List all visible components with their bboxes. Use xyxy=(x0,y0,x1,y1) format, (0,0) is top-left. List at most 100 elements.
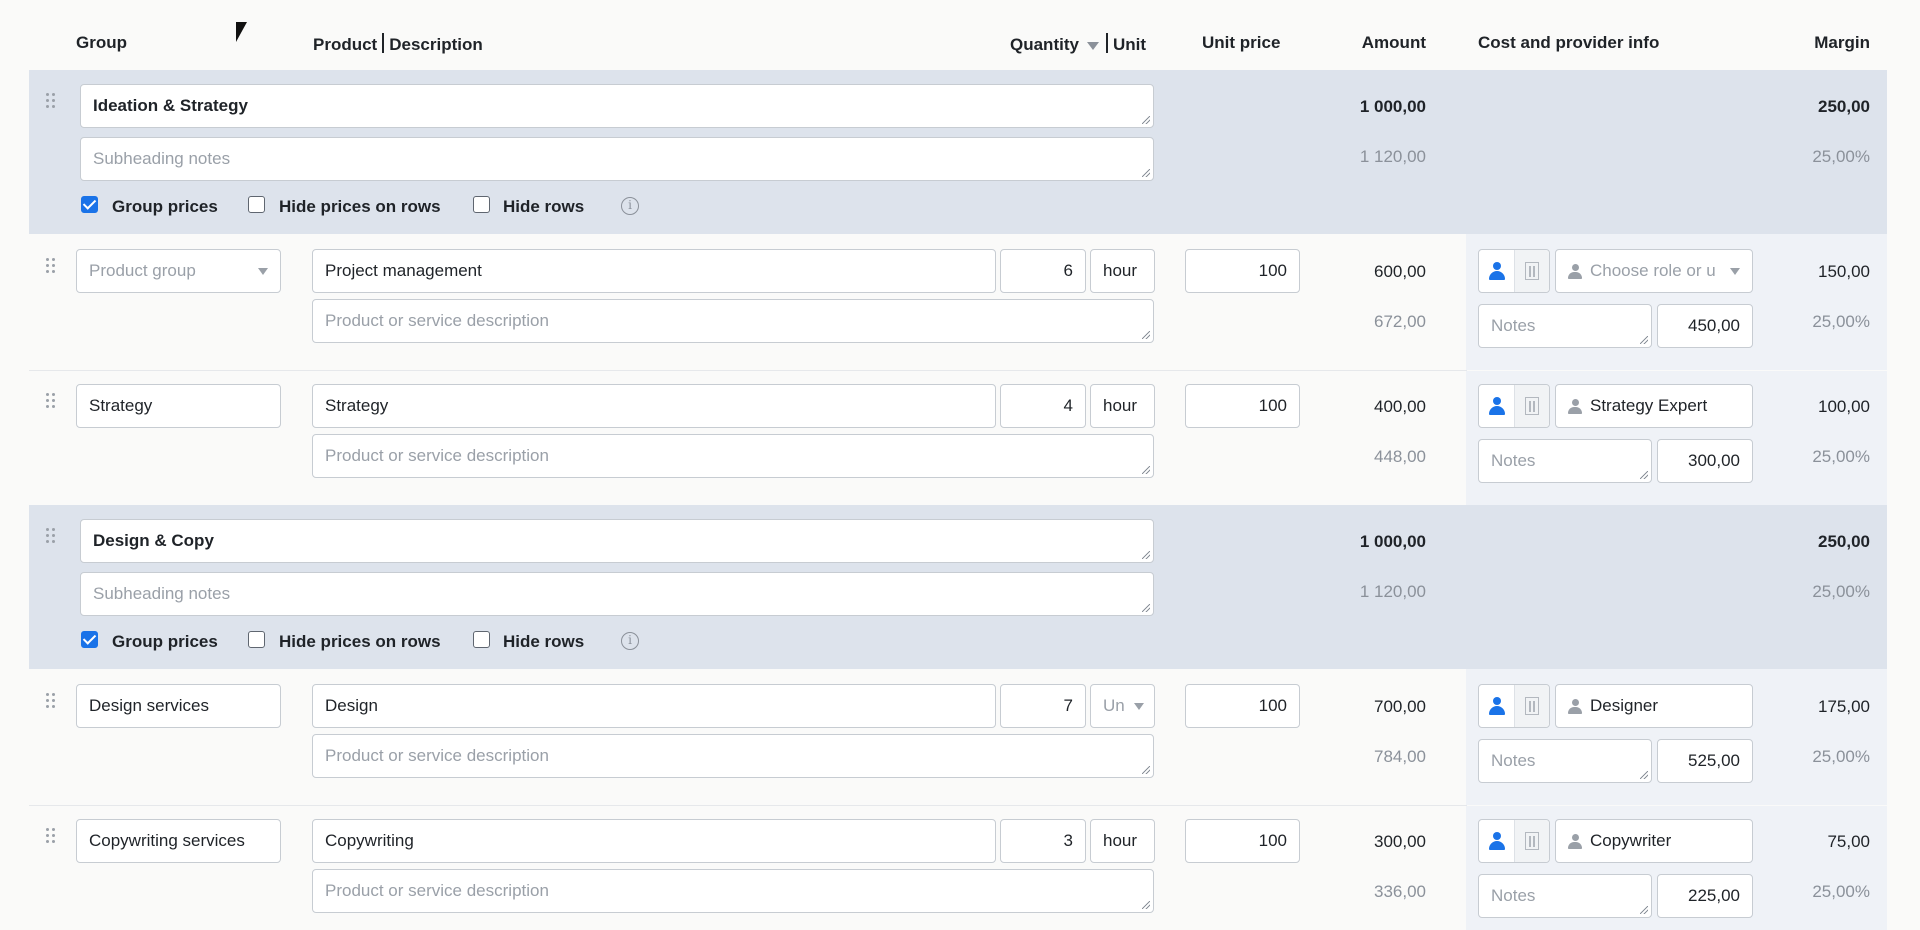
person-type-button[interactable] xyxy=(1479,820,1515,862)
drag-handle-icon[interactable] xyxy=(46,693,60,711)
product-input[interactable]: Strategy xyxy=(312,384,996,428)
group-prices-checkbox[interactable] xyxy=(81,631,98,648)
row-amount-with-tax: 448,00 xyxy=(1374,447,1426,466)
group-title-input[interactable]: Ideation & Strategy xyxy=(80,84,1154,128)
row-margin-percent: 25,00% xyxy=(1812,312,1870,331)
description-input[interactable]: Product or service description xyxy=(312,434,1154,478)
sort-caret-icon[interactable] xyxy=(1086,41,1099,50)
product-group-select[interactable]: Product group xyxy=(76,249,281,293)
product-input[interactable]: Project management xyxy=(312,249,996,293)
person-type-button[interactable] xyxy=(1479,685,1515,727)
provider-type-toggle[interactable] xyxy=(1478,819,1550,863)
group-margin: 250,00 xyxy=(1818,532,1870,551)
role-select[interactable]: Strategy Expert xyxy=(1555,384,1753,428)
cost-input[interactable]: 300,00 xyxy=(1657,439,1753,483)
group-prices-checkbox[interactable] xyxy=(81,196,98,213)
hide-rows-checkbox[interactable] xyxy=(473,196,490,213)
notes-input[interactable]: Notes xyxy=(1478,739,1652,783)
row-amount: 700,00 xyxy=(1374,697,1426,716)
quantity-input[interactable]: 3 xyxy=(1000,819,1086,863)
unit-price-input[interactable]: 100 xyxy=(1185,819,1300,863)
row-divider xyxy=(29,370,1467,371)
user-icon xyxy=(1568,699,1582,714)
description-input[interactable]: Product or service description xyxy=(312,869,1154,913)
notes-input[interactable]: Notes xyxy=(1478,439,1652,483)
role-select[interactable]: Designer xyxy=(1555,684,1753,728)
quantity-input[interactable]: 6 xyxy=(1000,249,1086,293)
header-amount: Amount xyxy=(1361,33,1426,52)
cost-input[interactable]: 225,00 xyxy=(1657,874,1753,918)
product-input[interactable]: Design xyxy=(312,684,996,728)
group-prices-label: Group prices xyxy=(112,197,218,216)
group-title-input[interactable]: Design & Copy xyxy=(80,519,1154,563)
user-icon xyxy=(1568,399,1582,414)
cost-input[interactable]: 450,00 xyxy=(1657,304,1753,348)
header-quantity[interactable]: Quantity xyxy=(1010,35,1079,54)
provider-type-toggle[interactable] xyxy=(1478,684,1550,728)
group-amount-with-tax: 1 120,00 xyxy=(1359,582,1426,601)
group-input[interactable]: Design services xyxy=(76,684,281,728)
description-input[interactable]: Product or service description xyxy=(312,734,1154,778)
drag-handle-icon[interactable] xyxy=(46,528,60,546)
subheading-notes-input[interactable]: Subheading notes xyxy=(80,137,1154,181)
provider-type-toggle[interactable] xyxy=(1478,249,1550,293)
unit-price-input[interactable]: 100 xyxy=(1185,249,1300,293)
hide-prices-label: Hide prices on rows xyxy=(279,197,441,216)
info-icon[interactable] xyxy=(621,632,639,650)
company-type-button[interactable] xyxy=(1515,685,1549,727)
header-description: Description xyxy=(389,35,483,54)
drag-handle-icon[interactable] xyxy=(46,258,60,276)
chevron-down-icon xyxy=(258,268,268,275)
notes-input[interactable]: Notes xyxy=(1478,874,1652,918)
person-icon xyxy=(1489,262,1505,280)
unit-select[interactable]: Un xyxy=(1090,684,1155,728)
unit-input[interactable]: hour xyxy=(1090,249,1155,293)
user-icon xyxy=(1568,834,1582,849)
company-type-button[interactable] xyxy=(1515,820,1549,862)
unit-input[interactable]: hour xyxy=(1090,819,1155,863)
drag-handle-icon[interactable] xyxy=(46,393,60,411)
person-icon xyxy=(1489,697,1505,715)
person-type-button[interactable] xyxy=(1479,385,1515,427)
header-product: Product xyxy=(313,35,378,54)
hide-rows-label: Hide rows xyxy=(503,197,585,216)
cost-input[interactable]: 525,00 xyxy=(1657,739,1753,783)
row-margin: 75,00 xyxy=(1827,832,1870,851)
drag-handle-icon[interactable] xyxy=(46,828,60,846)
quantity-input[interactable]: 7 xyxy=(1000,684,1086,728)
person-type-button[interactable] xyxy=(1479,250,1515,292)
unit-price-input[interactable]: 100 xyxy=(1185,384,1300,428)
header-separator xyxy=(1105,33,1108,53)
row-divider xyxy=(29,805,1467,806)
description-input[interactable]: Product or service description xyxy=(312,299,1154,343)
group-input[interactable]: Strategy xyxy=(76,384,281,428)
row-amount-with-tax: 784,00 xyxy=(1374,747,1426,766)
user-icon xyxy=(1568,264,1582,279)
notes-input[interactable]: Notes xyxy=(1478,304,1652,348)
header-unit: Unit xyxy=(1112,35,1146,54)
product-input[interactable]: Copywriting xyxy=(312,819,996,863)
role-select[interactable]: Choose role or u xyxy=(1555,249,1753,293)
header-quantity-unit: Quantity Unit xyxy=(1010,33,1146,55)
chevron-down-icon xyxy=(1134,703,1144,710)
company-type-button[interactable] xyxy=(1515,385,1549,427)
provider-type-toggle[interactable] xyxy=(1478,384,1550,428)
drag-handle-icon[interactable] xyxy=(46,93,60,111)
company-type-button[interactable] xyxy=(1515,250,1549,292)
hide-prices-checkbox[interactable] xyxy=(248,631,265,648)
group-input[interactable]: Copywriting services xyxy=(76,819,281,863)
unit-input[interactable]: hour xyxy=(1090,384,1155,428)
mouse-cursor-icon xyxy=(236,22,247,42)
subheading-notes-input[interactable]: Subheading notes xyxy=(80,572,1154,616)
hide-prices-checkbox[interactable] xyxy=(248,196,265,213)
info-icon[interactable] xyxy=(621,197,639,215)
unit-price-input[interactable]: 100 xyxy=(1185,684,1300,728)
row-margin-percent: 25,00% xyxy=(1812,747,1870,766)
quantity-input[interactable]: 4 xyxy=(1000,384,1086,428)
group-margin-percent: 25,00% xyxy=(1812,582,1870,601)
role-select[interactable]: Copywriter xyxy=(1555,819,1753,863)
header-product-description: Product Description xyxy=(313,33,483,55)
building-icon xyxy=(1525,262,1539,280)
hide-rows-checkbox[interactable] xyxy=(473,631,490,648)
person-icon xyxy=(1489,397,1505,415)
